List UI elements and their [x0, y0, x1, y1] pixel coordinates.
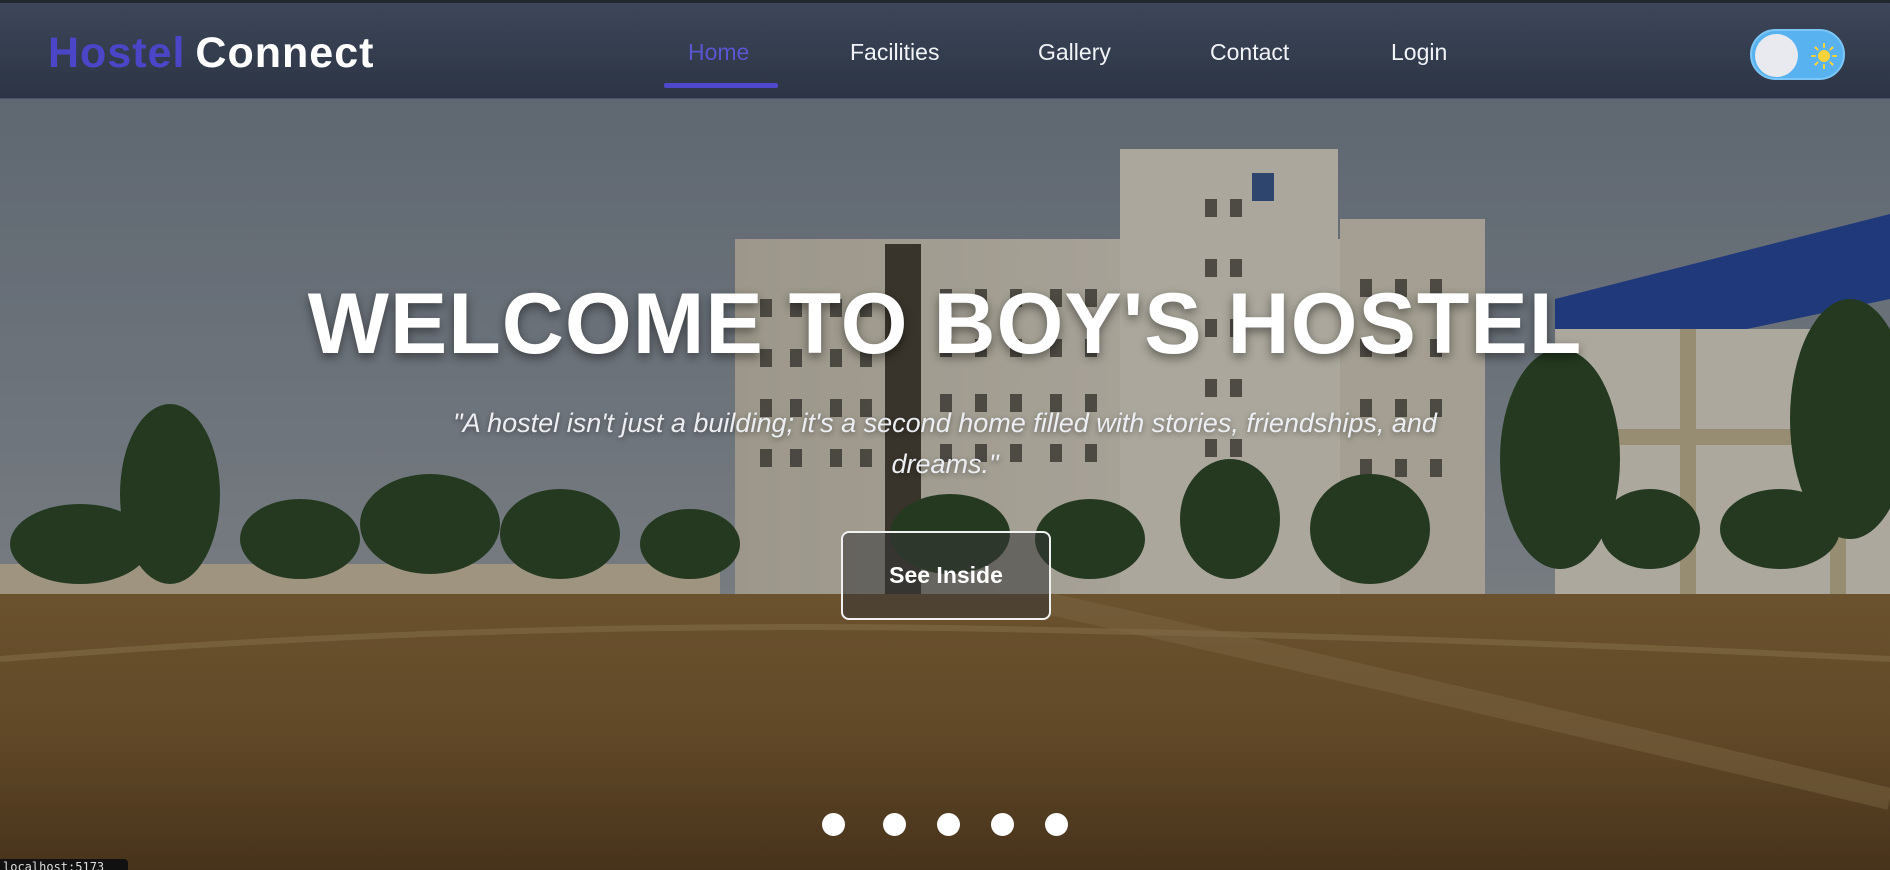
carousel-indicators	[0, 813, 1890, 839]
theme-toggle[interactable]	[1750, 29, 1845, 80]
status-url-tooltip: localhost:5173	[0, 859, 128, 870]
carousel-dot[interactable]	[1045, 813, 1068, 836]
nav-item-login[interactable]: Login	[1391, 39, 1447, 66]
hero-carousel: WELCOME TO BOY'S HOSTEL "A hostel isn't …	[0, 99, 1890, 870]
hero-title: WELCOME TO BOY'S HOSTEL	[307, 276, 1583, 372]
carousel-dot[interactable]	[937, 813, 960, 836]
sun-icon	[1811, 43, 1837, 69]
see-inside-button[interactable]: See Inside	[841, 531, 1051, 620]
nav-item-gallery[interactable]: Gallery	[1038, 39, 1111, 66]
carousel-dot[interactable]	[822, 813, 845, 836]
navbar: Hostel Connect Home Facilities Gallery Co…	[0, 0, 1890, 99]
hero-tagline: "A hostel isn't just a building; it's a …	[453, 408, 1437, 479]
toggle-knob	[1755, 34, 1798, 77]
main-nav: Home Facilities Gallery Contact Login	[0, 3, 1890, 99]
nav-item-facilities[interactable]: Facilities	[850, 39, 939, 66]
carousel-dot[interactable]	[991, 813, 1014, 836]
carousel-dot[interactable]	[883, 813, 906, 836]
nav-item-home[interactable]: Home	[688, 39, 749, 66]
nav-item-contact[interactable]: Contact	[1210, 39, 1289, 66]
active-nav-indicator	[664, 83, 778, 88]
